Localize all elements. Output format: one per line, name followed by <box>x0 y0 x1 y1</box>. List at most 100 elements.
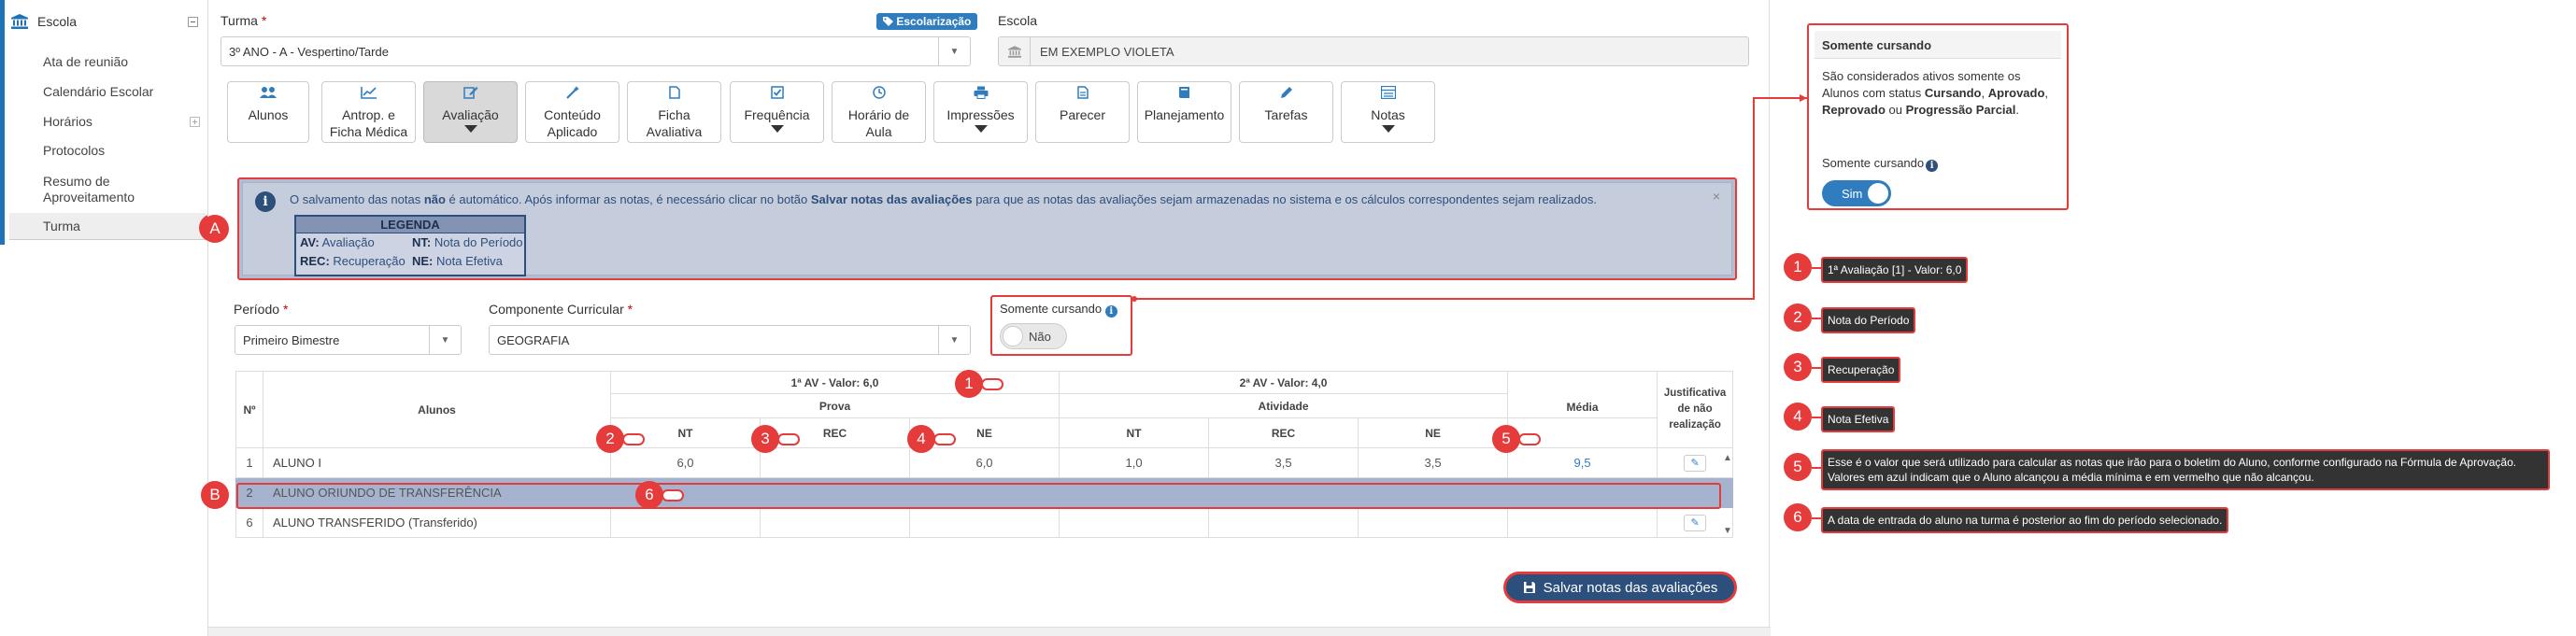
marker-label: 1 <box>964 375 974 392</box>
info-text-part: O salvamento das notas <box>290 192 424 206</box>
toolbar-frequencia-button[interactable]: Frequência <box>730 81 824 143</box>
toolbar-ficha-button[interactable]: Ficha Avaliativa <box>627 81 721 143</box>
marker-6: 6 <box>635 481 663 509</box>
save-grades-button[interactable]: Salvar notas das avaliações <box>1503 572 1737 603</box>
somente-cursando-label: Somente cursando i <box>1000 302 1117 318</box>
file-icon <box>628 86 720 106</box>
chevron-down-icon[interactable]: ▼ <box>938 326 970 354</box>
note-marker-4: 4 <box>1784 403 1812 431</box>
cell-num: 6 <box>235 507 263 538</box>
col-header-media-text: Média <box>1566 401 1599 414</box>
expand-icon[interactable] <box>190 117 200 127</box>
popover-field-label-text: Somente cursando <box>1822 156 1925 170</box>
sidebar-item-turma[interactable]: Turma <box>9 213 206 240</box>
col-header-rec: REC <box>1208 417 1359 448</box>
turma-label-text: Turma <box>221 13 258 28</box>
note-marker-label: 4 <box>1793 407 1802 425</box>
sidebar-item-resumo[interactable]: Resumo de Aproveitamento <box>43 174 135 205</box>
sidebar-item-turma-label: Turma <box>43 219 80 233</box>
toolbar-avaliacao-button[interactable]: Avaliação <box>423 81 518 143</box>
toolbar-ficha-label1: Ficha <box>658 107 690 122</box>
legend-value: Nota do Período <box>434 235 523 249</box>
toolbar-conteudo-label2: Aplicado <box>547 124 598 139</box>
toolbar-antrop-label1: Antrop. e <box>342 107 395 122</box>
edit-icon[interactable]: ✎ <box>1684 454 1707 472</box>
marker-2: 2 <box>596 425 624 453</box>
legend-key: NE: <box>412 254 434 268</box>
col-header-num: Nº <box>235 371 263 448</box>
edit-icon[interactable]: ✎ <box>1684 514 1707 531</box>
col-header-prova: Prova <box>609 393 1060 418</box>
note-marker-label: 5 <box>1793 458 1802 475</box>
somente-cursando-toggle[interactable]: Não <box>1000 323 1067 349</box>
somente-cursando-field: Somente cursando i Não <box>990 295 1132 356</box>
col-header-av2: 2ª AV - Valor: 4,0 <box>1059 371 1509 394</box>
info-icon[interactable]: i <box>1104 305 1117 318</box>
cell-grade <box>610 507 761 538</box>
popover-bold: Reprovado <box>1822 103 1886 117</box>
note-marker-1: 1 <box>1784 253 1812 281</box>
legend-row: AV: Avaliação NT: Nota do Período <box>296 233 524 252</box>
marker-tail <box>1518 433 1541 445</box>
note-marker-label: 6 <box>1793 508 1802 526</box>
turma-select-value: 3º ANO - A - Vespertino/Tarde <box>229 44 389 59</box>
somente-cursando-label-text: Somente cursando <box>1000 302 1103 316</box>
toolbar-parecer-button[interactable]: Parecer <box>1035 81 1130 143</box>
scroll-up-icon[interactable]: ▲ <box>1723 453 1732 463</box>
info-text-bold: não <box>423 192 446 206</box>
sidebar-header[interactable]: Escola <box>11 9 204 34</box>
popover-text: ou <box>1885 103 1906 117</box>
cell-grade[interactable]: 6,0 <box>610 447 761 478</box>
toolbar-antrop-button[interactable]: Antrop. e Ficha Médica <box>321 81 416 143</box>
toolbar-alunos-button[interactable]: Alunos <box>227 81 309 143</box>
toolbar-conteudo-button[interactable]: Conteúdo Aplicado <box>525 81 619 143</box>
turma-select[interactable]: 3º ANO - A - Vespertino/Tarde ▼ <box>221 36 971 66</box>
toolbar-impressoes-button[interactable]: Impressões <box>933 81 1028 143</box>
escola-field: EM EXEMPLO VIOLETA <box>998 36 1749 66</box>
info-icon[interactable]: i <box>1926 160 1939 172</box>
collapse-icon[interactable] <box>188 16 198 27</box>
note-4: Nota Efetiva <box>1821 406 1896 432</box>
toolbar-horario-label2: Aula <box>865 124 892 139</box>
toggle-knob <box>1003 326 1023 346</box>
legend-key: AV: <box>300 235 320 249</box>
sidebar-item-horarios[interactable]: Horários <box>43 114 93 130</box>
toolbar-parecer-label: Parecer <box>1059 107 1106 122</box>
marker-tail <box>622 433 645 445</box>
sidebar-item-protocolos[interactable]: Protocolos <box>43 143 105 159</box>
scroll-down-icon[interactable]: ▼ <box>1723 526 1732 536</box>
popover-toggle[interactable]: Sim <box>1822 180 1891 206</box>
marker-tail <box>981 378 1003 390</box>
cell-grade[interactable]: 1,0 <box>1059 447 1210 478</box>
sidebar-item-ata[interactable]: Ata de reunião <box>43 54 128 70</box>
chevron-down-icon[interactable]: ▼ <box>938 37 970 65</box>
marker-tail <box>662 489 684 502</box>
cell-grade <box>1208 507 1359 538</box>
note-marker-2: 2 <box>1784 304 1812 332</box>
marker-label: 2 <box>605 430 615 447</box>
popover-title: Somente cursando <box>1815 31 2061 59</box>
sidebar-item-calendario[interactable]: Calendário Escolar <box>43 84 153 100</box>
popover-field-label: Somente cursando i <box>1822 156 1939 172</box>
componente-select[interactable]: GEOGRAFIA ▼ <box>489 325 971 355</box>
chevron-down-icon[interactable]: ▼ <box>429 326 461 354</box>
popover-bold: Progressão Parcial <box>1905 103 2016 117</box>
escolarizacao-badge: Escolarização <box>876 13 978 30</box>
cell-grade[interactable]: 3,5 <box>1208 447 1359 478</box>
escola-label: Escola <box>998 13 1038 28</box>
sidebar-title: Escola <box>37 14 78 29</box>
cell-num: 1 <box>235 447 263 478</box>
escolarizacao-badge-text: Escolarização <box>896 15 972 28</box>
toolbar-horario-button[interactable]: Horário de Aula <box>832 81 926 143</box>
note-marker-6: 6 <box>1784 503 1812 531</box>
bank-icon <box>999 37 1031 65</box>
table-row: 6 ALUNO TRANSFERIDO (Transferido) ✎ <box>235 507 1734 538</box>
periodo-select[interactable]: Primeiro Bimestre ▼ <box>235 325 462 355</box>
toolbar-horario-label1: Horário de <box>847 107 910 122</box>
sidebar-accent <box>0 0 5 245</box>
cell-grade[interactable] <box>760 447 910 478</box>
note-marker-3: 3 <box>1784 353 1812 381</box>
toolbar-ficha-label2: Avaliativa <box>646 124 703 139</box>
edit-icon <box>424 86 517 106</box>
caret-down-icon <box>463 125 477 133</box>
